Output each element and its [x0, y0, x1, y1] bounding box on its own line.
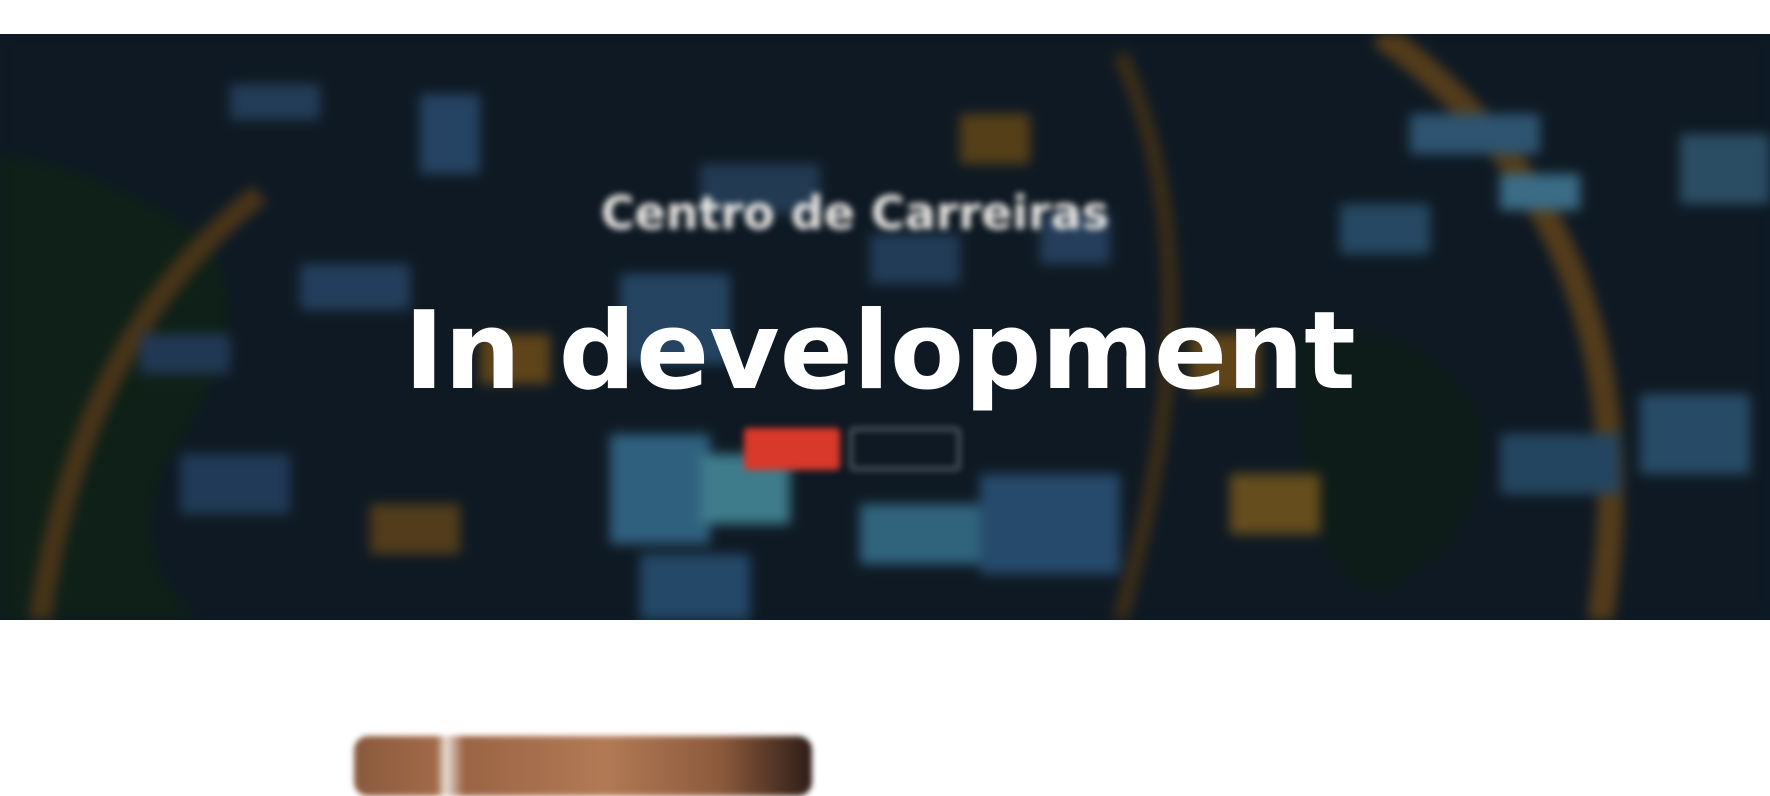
hero-title: Centro de Carreiras [600, 186, 1110, 240]
content-card-image [354, 736, 812, 796]
in-development-overlay-text: In development [404, 289, 1356, 414]
hero-primary-button[interactable] [744, 428, 840, 470]
content-section [0, 620, 1770, 780]
top-navigation-bar [0, 0, 1770, 34]
hero-secondary-button[interactable] [850, 428, 960, 470]
